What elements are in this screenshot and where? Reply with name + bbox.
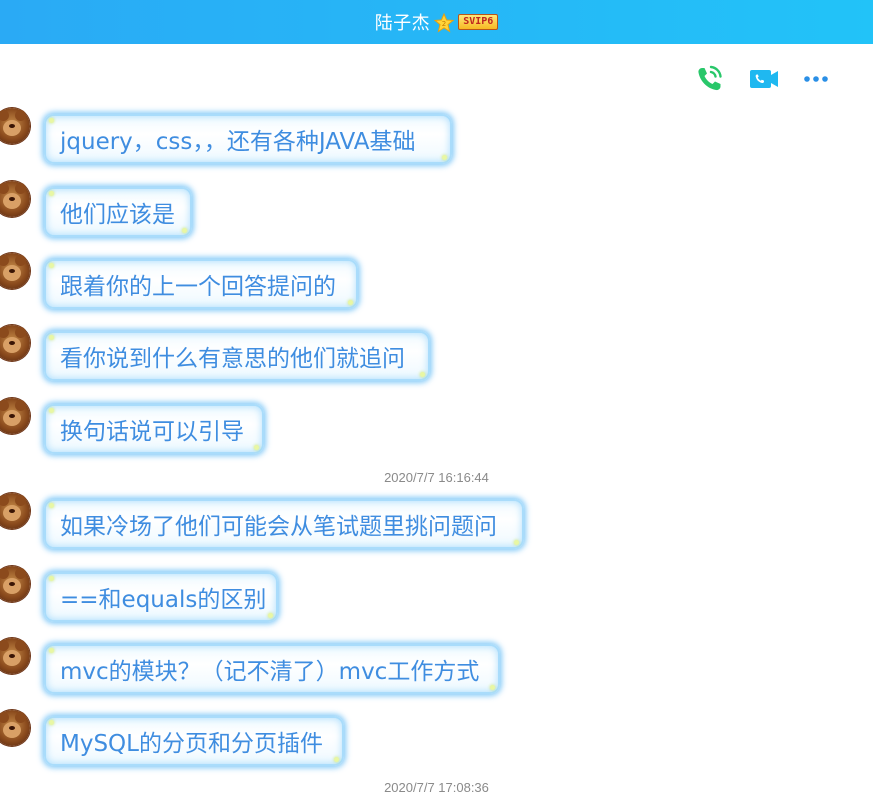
contact-avatar[interactable] xyxy=(0,493,30,529)
message-bubble[interactable]: 看你说到什么有意思的他们就追问 xyxy=(44,331,430,381)
message-bubble[interactable]: jquery，css，，还有各种JAVA基础 xyxy=(44,114,452,164)
chat-title-bar: 陆子杰 2 SVIP6 xyxy=(0,0,873,44)
message-row: 换句话说可以引导 xyxy=(0,398,873,464)
contact-avatar[interactable] xyxy=(0,108,30,144)
message-row: 他们应该是 xyxy=(0,181,873,247)
contact-avatar[interactable] xyxy=(0,181,30,217)
contact-avatar[interactable] xyxy=(0,566,30,602)
message-row: mvc的模块？（记不清了）mvc工作方式 xyxy=(0,638,873,704)
more-icon[interactable] xyxy=(799,62,833,96)
contact-name[interactable]: 陆子杰 xyxy=(375,9,431,35)
message-row: ==和equals的区别 xyxy=(0,566,873,632)
chat-toolbar xyxy=(693,62,873,96)
svg-text:2: 2 xyxy=(442,20,446,28)
message-timestamp: 2020/7/7 16:16:44 xyxy=(384,470,489,485)
message-row: 跟着你的上一个回答提问的 xyxy=(0,253,873,319)
contact-avatar[interactable] xyxy=(0,253,30,289)
message-bubble[interactable]: 他们应该是 xyxy=(44,187,192,237)
message-row: 看你说到什么有意思的他们就追问 xyxy=(0,325,873,391)
phone-call-icon[interactable] xyxy=(693,62,727,96)
message-bubble[interactable]: 如果冷场了他们可能会从笔试题里挑问题问 xyxy=(44,499,524,549)
message-bubble[interactable]: mvc的模块？（记不清了）mvc工作方式 xyxy=(44,644,500,694)
contact-avatar[interactable] xyxy=(0,325,30,361)
message-bubble[interactable]: ==和equals的区别 xyxy=(44,572,278,622)
contact-avatar[interactable] xyxy=(0,638,30,674)
message-bubble[interactable]: MySQL的分页和分页插件 xyxy=(44,716,344,766)
message-row: jquery，css，，还有各种JAVA基础 xyxy=(0,108,873,174)
video-call-icon[interactable] xyxy=(747,62,781,96)
message-timestamp: 2020/7/7 17:08:36 xyxy=(384,780,489,795)
message-row: 如果冷场了他们可能会从笔试题里挑问题问 xyxy=(0,493,873,559)
contact-avatar[interactable] xyxy=(0,710,30,746)
contact-avatar[interactable] xyxy=(0,398,30,434)
message-bubble[interactable]: 换句话说可以引导 xyxy=(44,404,264,454)
vip-badge: SVIP6 xyxy=(458,14,499,30)
star-icon: 2 xyxy=(433,12,455,33)
message-row: MySQL的分页和分页插件 xyxy=(0,710,873,776)
message-bubble[interactable]: 跟着你的上一个回答提问的 xyxy=(44,259,358,309)
